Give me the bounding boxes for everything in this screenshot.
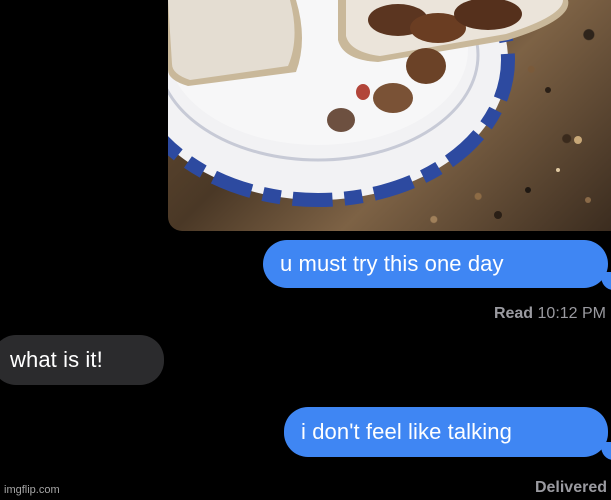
attached-photo[interactable] (168, 0, 611, 231)
read-label: Read (493, 305, 534, 322)
message-text: i don't feel like talking (301, 419, 512, 444)
bubble-tail-icon (601, 272, 611, 290)
delivered-status: Delivered (534, 479, 607, 496)
bubble-tail-icon (601, 442, 611, 460)
read-receipt: Read 10:12 PM (494, 305, 606, 323)
received-message-bubble[interactable]: what is it! (0, 335, 164, 385)
sent-message-bubble[interactable]: u must try this one day (263, 240, 608, 288)
watermark: imgflip.com (4, 484, 60, 496)
photo-content-icon (168, 0, 591, 219)
read-time: 10:12 PM (537, 305, 606, 322)
message-text: what is it! (10, 347, 103, 372)
sent-message-bubble[interactable]: i don't feel like talking (284, 407, 608, 457)
message-text: u must try this one day (280, 251, 504, 276)
